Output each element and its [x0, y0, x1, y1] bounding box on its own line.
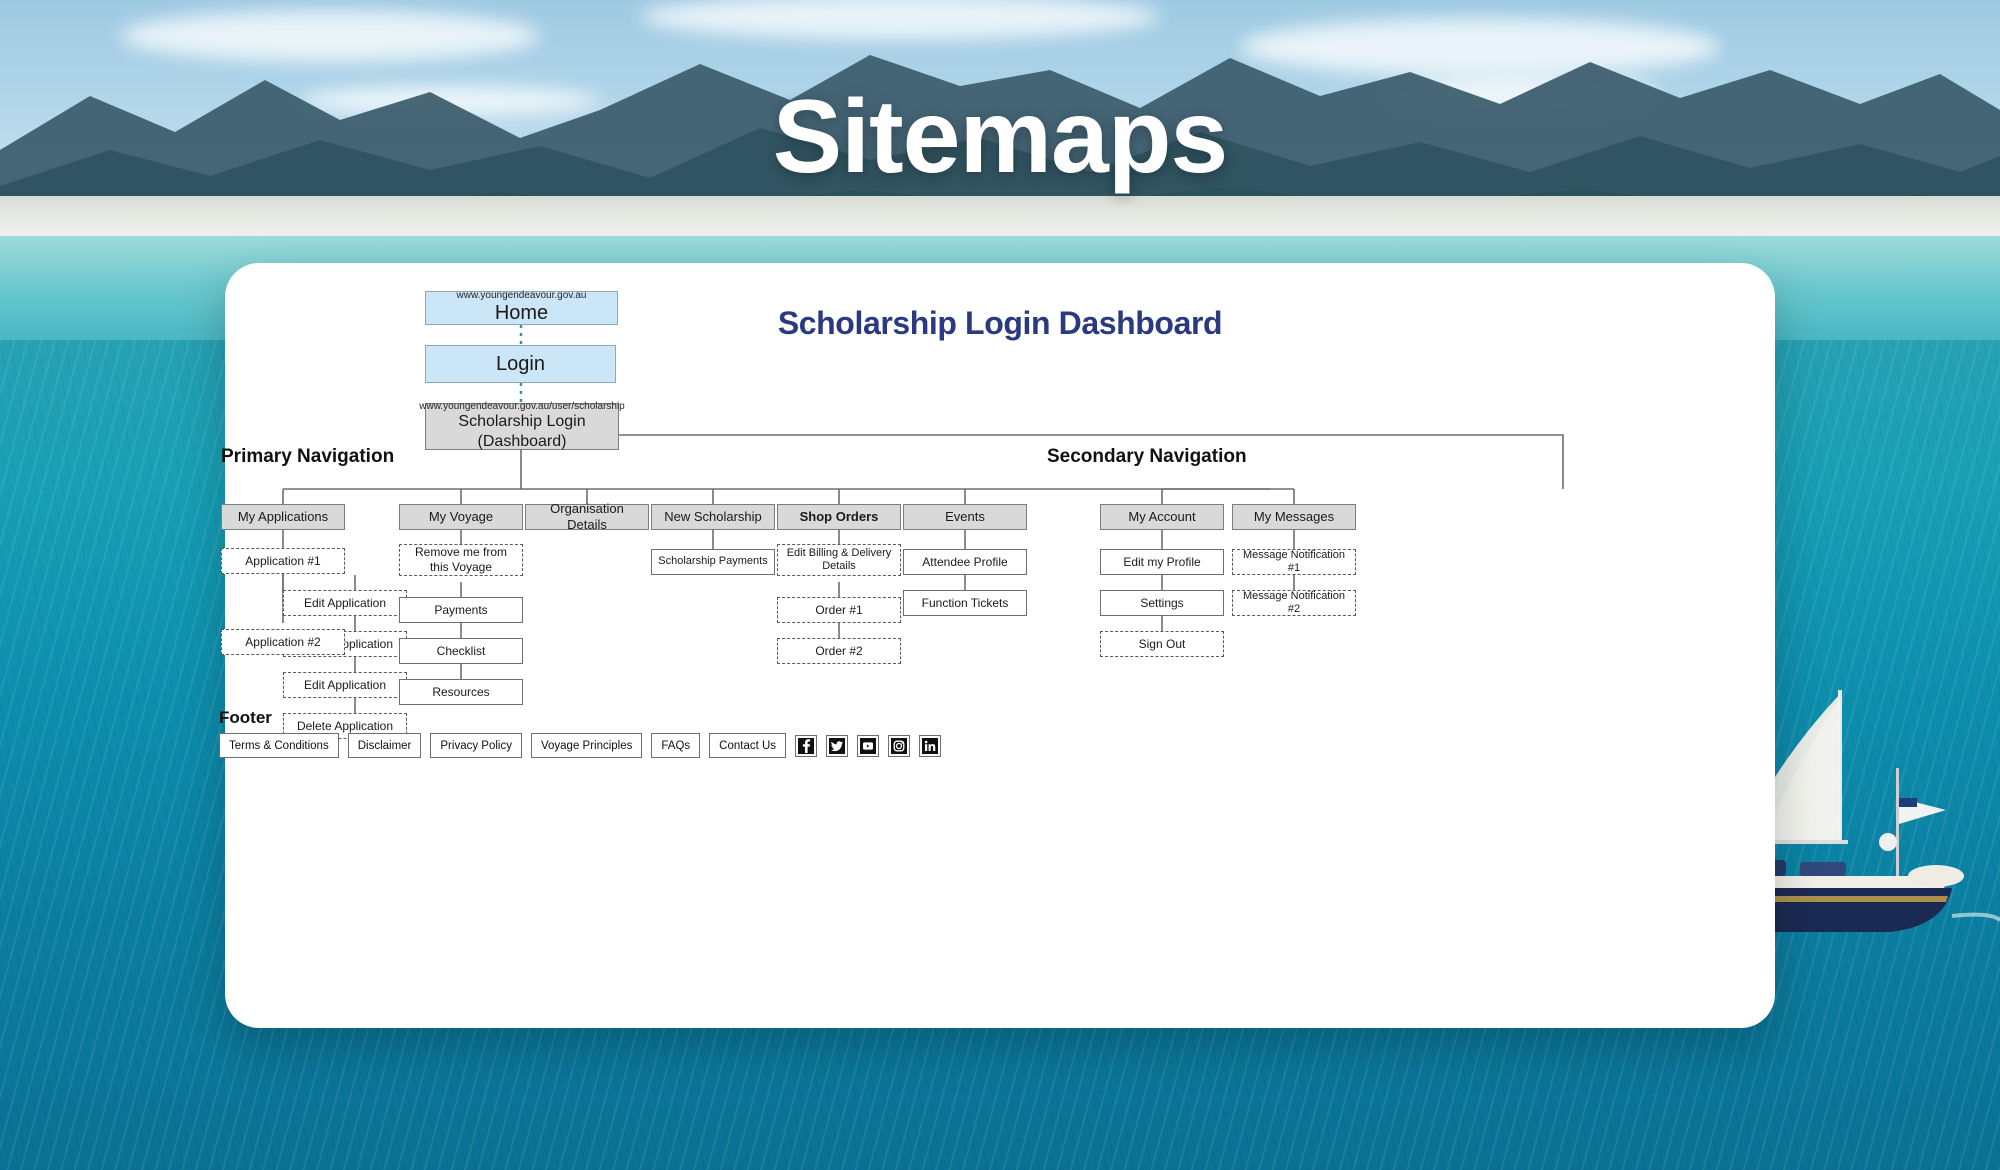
- sitemap-canvas: www.youngendeavour.gov.au Home Login www…: [219, 263, 1775, 1028]
- node-scholarship-payments[interactable]: Scholarship Payments: [651, 549, 775, 575]
- page-title: Sitemaps: [772, 79, 1228, 195]
- node-label: My Voyage: [428, 509, 494, 525]
- node-label: Order #2: [815, 643, 863, 658]
- node-events[interactable]: Events: [903, 504, 1027, 530]
- node-label: Scholarship Payments: [658, 555, 768, 568]
- node-dashboard[interactable]: www.youngendeavour.gov.au/user/scholarsh…: [419, 401, 625, 450]
- node-attendee-profile[interactable]: Attendee Profile: [903, 549, 1027, 575]
- node-checklist[interactable]: Checklist: [399, 638, 523, 664]
- footer-link-voyage-principles[interactable]: Voyage Principles: [530, 733, 643, 758]
- node-label: Settings: [1140, 595, 1184, 610]
- node-label: Function Tickets: [921, 595, 1009, 610]
- footer-links-row: Terms & Conditions Disclaimer Privacy Po…: [219, 733, 942, 758]
- node-message-notification-2[interactable]: Message Notification #2: [1232, 590, 1356, 616]
- sitemap-card: Scholarship Login Dashboard www.youngend…: [219, 263, 1775, 1028]
- node-resources[interactable]: Resources: [399, 679, 523, 705]
- linkedin-icon[interactable]: [919, 734, 942, 757]
- node-dashboard-url: www.youngendeavour.gov.au/user/scholarsh…: [419, 401, 625, 413]
- node-home-label: Home: [494, 302, 549, 325]
- footer-link-disclaimer[interactable]: Disclaimer: [347, 733, 422, 758]
- footer-heading: Footer: [219, 708, 272, 727]
- footer-link-terms[interactable]: Terms & Conditions: [219, 733, 339, 758]
- node-label: Organisation Details: [550, 501, 624, 532]
- node-label: Payments: [434, 602, 488, 617]
- node-label: Shop Orders: [799, 509, 879, 525]
- node-label: Edit my Profile: [1123, 554, 1201, 569]
- node-label: My Messages: [1253, 509, 1335, 525]
- node-application-2[interactable]: Application #2: [221, 629, 345, 655]
- node-label: Attendee Profile: [922, 554, 1008, 569]
- section-title-secondary: Secondary Navigation: [1047, 446, 1247, 467]
- footer-link-faqs[interactable]: FAQs: [651, 733, 701, 758]
- node-login[interactable]: Login: [425, 345, 616, 383]
- node-edit-application-1[interactable]: Edit Application: [283, 590, 407, 616]
- node-label: Message Notification #1: [1242, 548, 1346, 574]
- node-label: Message Notification #2: [1242, 589, 1346, 615]
- node-label: My Account: [1128, 509, 1196, 525]
- node-settings[interactable]: Settings: [1100, 590, 1224, 616]
- node-label: Checklist: [436, 643, 486, 658]
- node-edit-billing-delivery[interactable]: Edit Billing & Delivery Details: [777, 544, 901, 576]
- node-remove-me-from-voyage[interactable]: Remove me from this Voyage: [399, 544, 523, 576]
- section-title-primary: Primary Navigation: [221, 446, 395, 467]
- node-sign-out[interactable]: Sign Out: [1100, 631, 1224, 657]
- node-edit-my-profile[interactable]: Edit my Profile: [1100, 549, 1224, 575]
- footer-link-contact-us[interactable]: Contact Us: [709, 733, 787, 758]
- node-new-scholarship[interactable]: New Scholarship: [651, 504, 775, 530]
- node-home[interactable]: www.youngendeavour.gov.au Home: [425, 290, 618, 325]
- node-organisation-details[interactable]: Organisation Details: [525, 501, 649, 532]
- node-shop-orders[interactable]: Shop Orders: [777, 504, 901, 530]
- youtube-icon[interactable]: [857, 734, 880, 757]
- node-order-2[interactable]: Order #2: [777, 638, 901, 664]
- node-my-applications[interactable]: My Applications: [221, 504, 345, 530]
- node-label: Order #1: [815, 602, 863, 617]
- node-login-label: Login: [496, 352, 545, 375]
- node-label: Resources: [432, 684, 490, 699]
- node-label: Events: [945, 509, 985, 525]
- node-home-url: www.youngendeavour.gov.au: [456, 290, 587, 302]
- node-my-messages[interactable]: My Messages: [1232, 504, 1356, 530]
- node-my-account[interactable]: My Account: [1100, 504, 1224, 530]
- node-label: Remove me from this Voyage: [414, 545, 508, 574]
- node-label: Application #1: [245, 553, 321, 568]
- node-label: Application #2: [245, 634, 321, 649]
- node-payments[interactable]: Payments: [399, 597, 523, 623]
- node-edit-application-2[interactable]: Edit Application: [283, 672, 407, 698]
- node-application-1[interactable]: Application #1: [221, 548, 345, 574]
- facebook-icon[interactable]: [795, 734, 818, 757]
- node-label: Sign Out: [1138, 636, 1186, 651]
- node-label: New Scholarship: [664, 509, 762, 525]
- node-label: Edit Billing & Delivery Details: [786, 546, 892, 572]
- node-dashboard-label-1: Scholarship Login: [458, 413, 586, 431]
- node-function-tickets[interactable]: Function Tickets: [903, 590, 1027, 616]
- twitter-icon[interactable]: [826, 734, 849, 757]
- node-message-notification-1[interactable]: Message Notification #1: [1232, 549, 1356, 575]
- node-label: Edit Application: [303, 677, 387, 692]
- instagram-icon[interactable]: [888, 734, 911, 757]
- node-my-voyage[interactable]: My Voyage: [399, 504, 523, 530]
- node-label: Delete Application: [296, 718, 394, 733]
- node-order-1[interactable]: Order #1: [777, 597, 901, 623]
- node-label: My Applications: [237, 509, 329, 525]
- node-label: Edit Application: [303, 595, 387, 610]
- footer-link-privacy[interactable]: Privacy Policy: [430, 733, 522, 758]
